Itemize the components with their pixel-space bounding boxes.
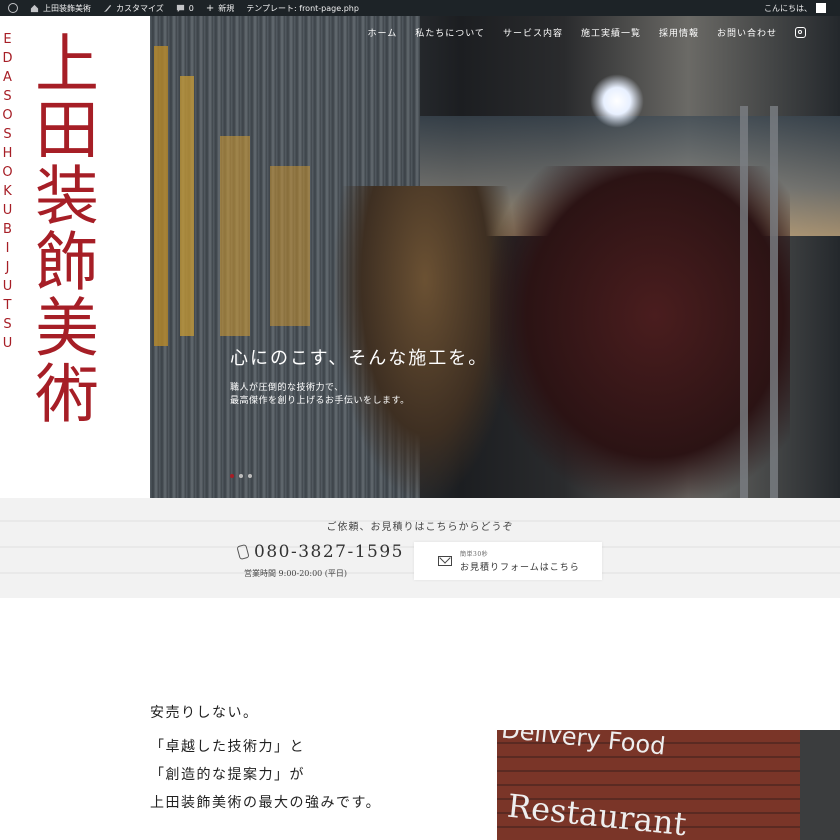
slider-dot[interactable] bbox=[239, 474, 243, 478]
nav-services[interactable]: サービス内容 bbox=[503, 26, 563, 39]
photo-sign-text: Restaurant bbox=[505, 786, 689, 840]
home-icon bbox=[30, 4, 39, 12]
hero-subcopy: 職人が圧倒的な技術力で、 最高傑作を創り上げるお手伝いをします。 bbox=[230, 382, 410, 408]
wordpress-icon bbox=[8, 3, 18, 13]
admin-site-name[interactable]: 上田装飾美術 bbox=[24, 0, 97, 16]
plus-icon: + bbox=[205, 2, 215, 14]
nav-contact[interactable]: お問い合わせ bbox=[717, 26, 777, 39]
estimate-form-button[interactable]: 簡単30秒 お見積りフォームはこちら bbox=[414, 542, 602, 580]
intro-line: 上田装飾美術の最大の強みです。 bbox=[150, 795, 382, 811]
brush-icon bbox=[103, 4, 112, 12]
intro-heading: 安売りしない。 bbox=[150, 705, 259, 721]
intro-photo: Delivery Food Restaurant bbox=[497, 730, 840, 840]
comment-icon bbox=[176, 4, 184, 12]
hero-catchcopy: 心にのこす、そんな施工を。 bbox=[230, 348, 489, 369]
admin-bar: 上田装飾美術 カスタマイズ 0 + 新規 テンプレート: front-page.… bbox=[0, 0, 840, 16]
hero-subcopy-line2: 最高傑作を創り上げるお手伝いをします。 bbox=[230, 396, 410, 406]
phone-number: 080-3827-1595 bbox=[254, 542, 404, 562]
photo-window-frame bbox=[800, 730, 840, 840]
admin-site-name-label: 上田装飾美術 bbox=[43, 3, 91, 13]
instagram-icon[interactable] bbox=[795, 27, 806, 38]
hero-photo-paint bbox=[270, 166, 310, 326]
admin-template-info[interactable]: テンプレート: front-page.php bbox=[240, 0, 365, 16]
hero-photo-worker bbox=[335, 186, 515, 498]
hero-subcopy-line1: 職人が圧倒的な技術力で、 bbox=[230, 383, 344, 393]
nav-works[interactable]: 施工実績一覧 bbox=[581, 26, 641, 39]
admin-account[interactable]: こんにちは、 bbox=[758, 0, 840, 16]
nav-home[interactable]: ホーム bbox=[367, 26, 397, 39]
slider-dots bbox=[230, 474, 252, 478]
hero-slider: ホーム 私たちについて サービス内容 施工実績一覧 採用情報 お問い合わせ 心に… bbox=[150, 16, 840, 498]
nav-about[interactable]: 私たちについて bbox=[415, 26, 485, 39]
admin-greeting: こんにちは、 bbox=[764, 3, 812, 13]
admin-new[interactable]: + 新規 bbox=[200, 0, 240, 16]
hero-photo-ladder bbox=[740, 106, 748, 498]
admin-comments-count: 0 bbox=[188, 3, 194, 13]
slider-dot[interactable] bbox=[230, 474, 234, 478]
estimate-form-label: お見積りフォームはこちら bbox=[460, 563, 580, 573]
contact-band: ご依頼、お見積りはこちらからどうぞ 080-3827-1595 営業時間 9:0… bbox=[0, 498, 840, 598]
hero-photo-paint bbox=[180, 76, 194, 336]
mail-icon bbox=[438, 556, 452, 566]
admin-customize-label: カスタマイズ bbox=[116, 3, 164, 13]
estimate-form-text: 簡単30秒 お見積りフォームはこちら bbox=[460, 549, 580, 573]
nav-recruit[interactable]: 採用情報 bbox=[659, 26, 699, 39]
slider-dot[interactable] bbox=[248, 474, 252, 478]
hero-photo-ladder bbox=[770, 106, 778, 498]
brand-name-en: EDASOSHOKUBIJUTSU bbox=[0, 32, 15, 355]
admin-customize[interactable]: カスタマイズ bbox=[97, 0, 170, 16]
hero-photo-paint bbox=[154, 46, 168, 346]
global-nav: ホーム 私たちについて サービス内容 施工実績一覧 採用情報 お問い合わせ bbox=[367, 26, 806, 39]
contact-lead: ご依頼、お見積りはこちらからどうぞ bbox=[326, 522, 514, 533]
estimate-form-small: 簡単30秒 bbox=[460, 551, 489, 558]
business-hours: 営業時間 9:00-20:00 (平日) bbox=[244, 569, 348, 578]
admin-new-label: 新規 bbox=[218, 3, 235, 13]
avatar bbox=[816, 3, 826, 13]
phone-icon bbox=[236, 543, 250, 561]
hero-photo-paint bbox=[220, 136, 250, 336]
hero-photo-lamp bbox=[590, 74, 644, 128]
admin-comments[interactable]: 0 bbox=[170, 0, 200, 16]
admin-template-label: テンプレート: front-page.php bbox=[246, 3, 359, 13]
intro-line: 「創造的な提案力」が bbox=[150, 767, 305, 783]
photo-sign-text: Delivery Food bbox=[499, 730, 667, 761]
brand-name-jp: 上田装飾美術 bbox=[24, 30, 98, 426]
wp-logo-menu[interactable] bbox=[0, 0, 24, 16]
site-brand[interactable]: EDASOSHOKUBIJUTSU 上田装飾美術 bbox=[0, 16, 150, 498]
phone-link[interactable]: 080-3827-1595 bbox=[236, 542, 404, 562]
intro-line: 「卓越した技術力」と bbox=[150, 739, 305, 755]
